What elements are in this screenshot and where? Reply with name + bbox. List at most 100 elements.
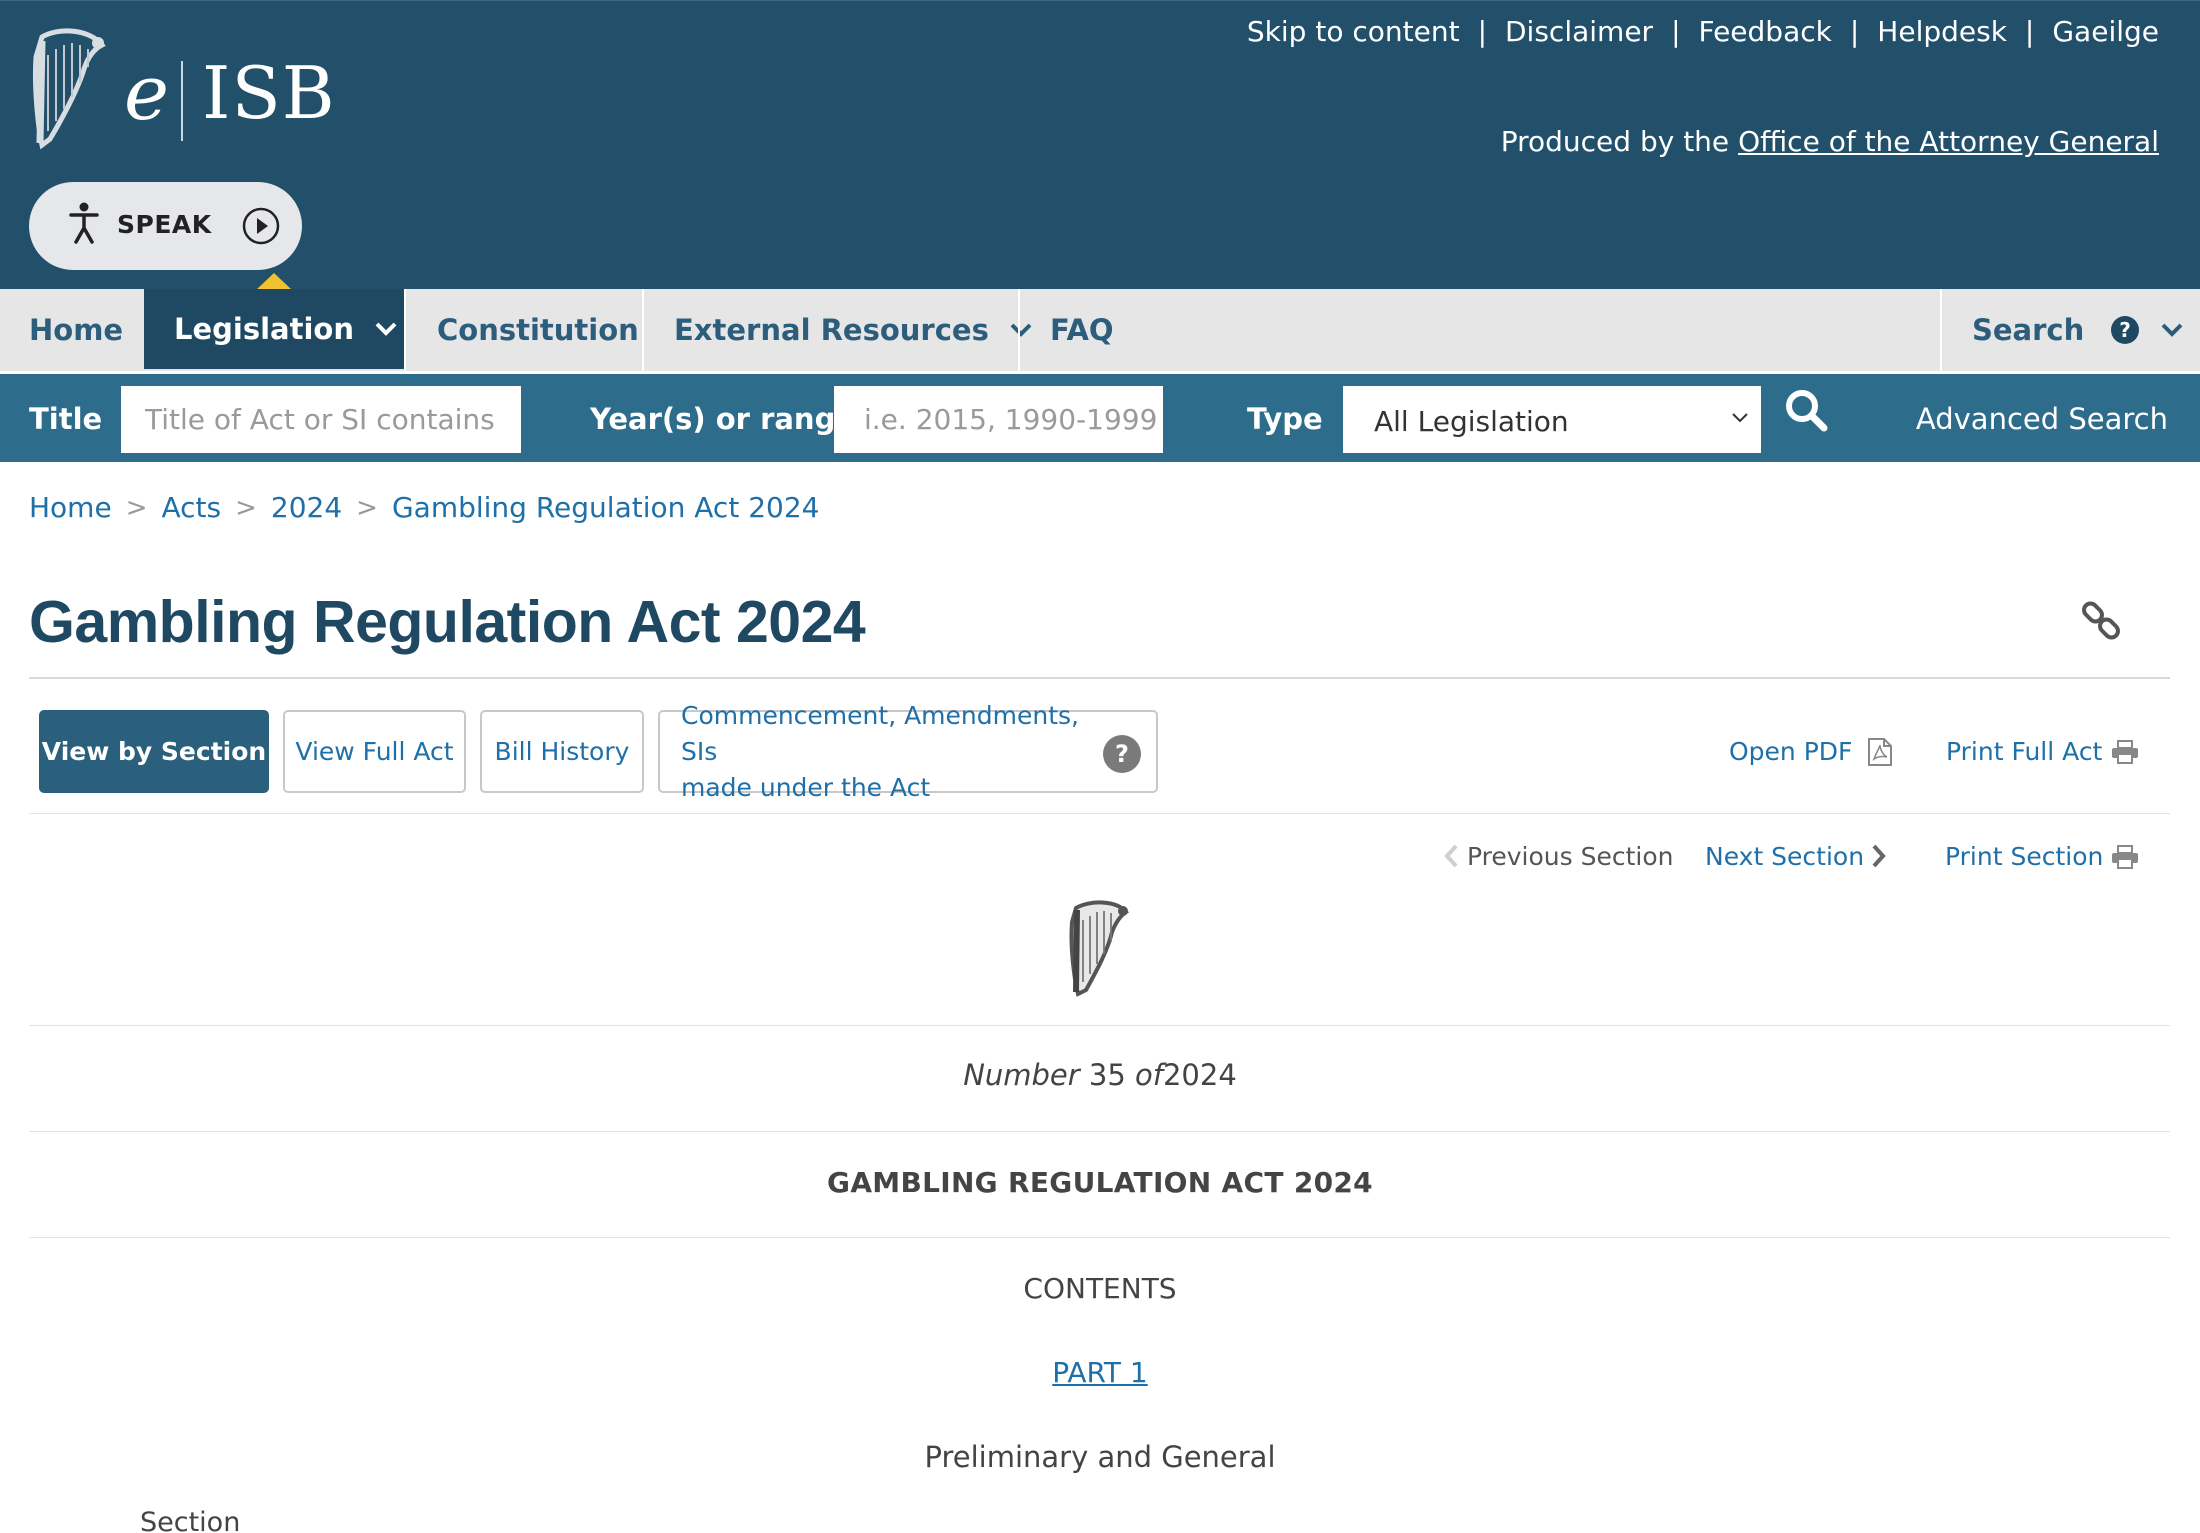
doc-divider xyxy=(29,1025,2170,1026)
logo-isb: ISB xyxy=(202,51,336,135)
accessibility-person-icon xyxy=(69,202,99,244)
logo-divider xyxy=(181,61,183,141)
divider: | xyxy=(1849,15,1860,48)
part-1-link[interactable]: PART 1 xyxy=(1052,1356,1147,1389)
speak-button[interactable]: SPEAK xyxy=(29,182,302,270)
act-number-line: Number 35 of2024 xyxy=(0,1058,2200,1092)
site-header: e ISB Skip to content | Disclaimer | Fee… xyxy=(0,0,2200,290)
part-subtitle: Preliminary and General xyxy=(924,1440,1276,1474)
commencement-tab-label: Commencement, Amendments, SIs made under… xyxy=(681,698,1101,806)
open-pdf-link[interactable]: Open PDF xyxy=(1729,737,1852,766)
type-select[interactable]: All Legislation xyxy=(1343,386,1761,453)
breadcrumb-separator: > xyxy=(125,492,148,523)
link-chain-icon[interactable] xyxy=(2080,600,2122,642)
page-title: Gambling Regulation Act 2024 xyxy=(29,589,866,655)
act-year: 2024 xyxy=(1162,1058,1237,1092)
play-circle-icon xyxy=(242,207,280,245)
nav-legislation[interactable]: Legislation xyxy=(144,289,404,369)
breadcrumb-acts[interactable]: Acts xyxy=(161,491,221,524)
advanced-search-link[interactable]: Advanced Search xyxy=(1916,402,2168,436)
quick-search-bar: Title Year(s) or range Type All Legislat… xyxy=(0,374,2200,462)
printer-icon[interactable] xyxy=(2111,845,2139,869)
contents-heading: CONTENTS xyxy=(1023,1272,1177,1305)
svg-text:?: ? xyxy=(1115,740,1129,768)
harp-icon xyxy=(32,28,106,150)
section-column-label: Section xyxy=(140,1507,241,1533)
title-input[interactable] xyxy=(121,386,521,453)
nav-divider xyxy=(1018,289,1020,371)
nav-divider xyxy=(1940,289,1942,371)
of-word: of xyxy=(1135,1058,1163,1092)
year-label: Year(s) or range xyxy=(590,402,856,436)
feedback-link[interactable]: Feedback xyxy=(1699,15,1832,48)
harp-icon xyxy=(1069,900,1129,997)
act-name-heading: GAMBLING REGULATION ACT 2024 xyxy=(827,1166,1373,1199)
nav-search-label: Search xyxy=(1972,313,2085,347)
commencement-tab-line2: made under the Act xyxy=(681,772,931,802)
logo-e: e xyxy=(124,48,169,137)
helpdesk-link[interactable]: Helpdesk xyxy=(1877,15,2007,48)
utility-links: Skip to content | Disclaimer | Feedback … xyxy=(1247,15,2159,48)
commencement-tab-line1: Commencement, Amendments, SIs xyxy=(681,700,1079,766)
disclaimer-link[interactable]: Disclaimer xyxy=(1505,15,1653,48)
produced-by: Produced by the Office of the Attorney G… xyxy=(1501,125,2159,158)
previous-section-link[interactable]: Previous Section xyxy=(1467,842,1673,871)
view-by-section-tab[interactable]: View by Section xyxy=(39,710,269,793)
chevron-left-icon xyxy=(1444,844,1458,868)
type-label: Type xyxy=(1247,402,1323,436)
nav-external-resources[interactable]: External Resources xyxy=(674,289,1033,371)
breadcrumb-home[interactable]: Home xyxy=(29,491,112,524)
tabs-divider xyxy=(29,813,2170,814)
bill-history-tab[interactable]: Bill History xyxy=(480,710,644,793)
eisb-logo[interactable]: e ISB xyxy=(28,27,335,155)
title-divider xyxy=(29,677,2170,679)
view-full-act-tab[interactable]: View Full Act xyxy=(283,710,466,793)
question-circle-icon[interactable]: ? xyxy=(1102,734,1142,774)
divider: | xyxy=(2024,15,2035,48)
nav-divider xyxy=(642,289,644,371)
nav-external-resources-label: External Resources xyxy=(674,313,989,347)
nav-divider xyxy=(404,289,406,371)
produced-by-text: Produced by the xyxy=(1500,125,1730,158)
title-label: Title xyxy=(29,402,103,436)
doc-divider xyxy=(29,1131,2170,1132)
breadcrumb: Home > Acts > 2024 > Gambling Regulation… xyxy=(29,491,819,524)
doc-divider xyxy=(29,1237,2170,1238)
gaeilge-link[interactable]: Gaeilge xyxy=(2052,15,2159,48)
speak-label: SPEAK xyxy=(117,210,212,239)
year-input[interactable] xyxy=(834,386,1163,453)
svg-text:?: ? xyxy=(2119,318,2131,342)
nav-search[interactable]: Search ? xyxy=(1972,289,2184,371)
nav-constitution[interactable]: Constitution xyxy=(437,289,639,371)
printer-icon[interactable] xyxy=(2111,740,2139,764)
nav-legislation-label: Legislation xyxy=(174,312,354,346)
search-icon[interactable] xyxy=(1784,388,1828,432)
pdf-file-icon[interactable] xyxy=(1867,737,1893,767)
chevron-down-icon xyxy=(1732,413,1748,423)
skip-to-content-link[interactable]: Skip to content xyxy=(1247,15,1460,48)
divider: | xyxy=(1671,15,1681,48)
chevron-right-icon[interactable] xyxy=(1871,843,1887,869)
breadcrumb-year[interactable]: 2024 xyxy=(271,491,342,524)
divider: | xyxy=(1477,15,1487,48)
number-word: Number xyxy=(963,1058,1080,1092)
chevron-down-icon xyxy=(1010,323,1032,337)
type-select-value: All Legislation xyxy=(1374,405,1569,438)
print-section-link[interactable]: Print Section xyxy=(1945,842,2103,871)
chevron-down-icon xyxy=(375,322,397,336)
nav-faq[interactable]: FAQ xyxy=(1050,289,1114,371)
attorney-general-link[interactable]: Office of the Attorney General xyxy=(1738,125,2159,158)
active-indicator xyxy=(256,273,292,290)
next-section-link[interactable]: Next Section xyxy=(1705,842,1864,871)
print-full-act-link[interactable]: Print Full Act xyxy=(1946,737,2102,766)
commencement-tab[interactable]: Commencement, Amendments, SIs made under… xyxy=(658,701,1158,802)
act-number: 35 xyxy=(1088,1058,1126,1092)
chevron-down-icon[interactable] xyxy=(2160,322,2184,338)
breadcrumb-current[interactable]: Gambling Regulation Act 2024 xyxy=(392,491,820,524)
question-circle-icon[interactable]: ? xyxy=(2110,315,2140,345)
main-navigation: Home Legislation Constitution External R… xyxy=(0,289,2200,371)
breadcrumb-separator: > xyxy=(356,492,378,523)
nav-home[interactable]: Home xyxy=(29,289,123,371)
part-heading: PART 1 xyxy=(0,1356,2200,1389)
breadcrumb-separator: > xyxy=(235,492,257,523)
